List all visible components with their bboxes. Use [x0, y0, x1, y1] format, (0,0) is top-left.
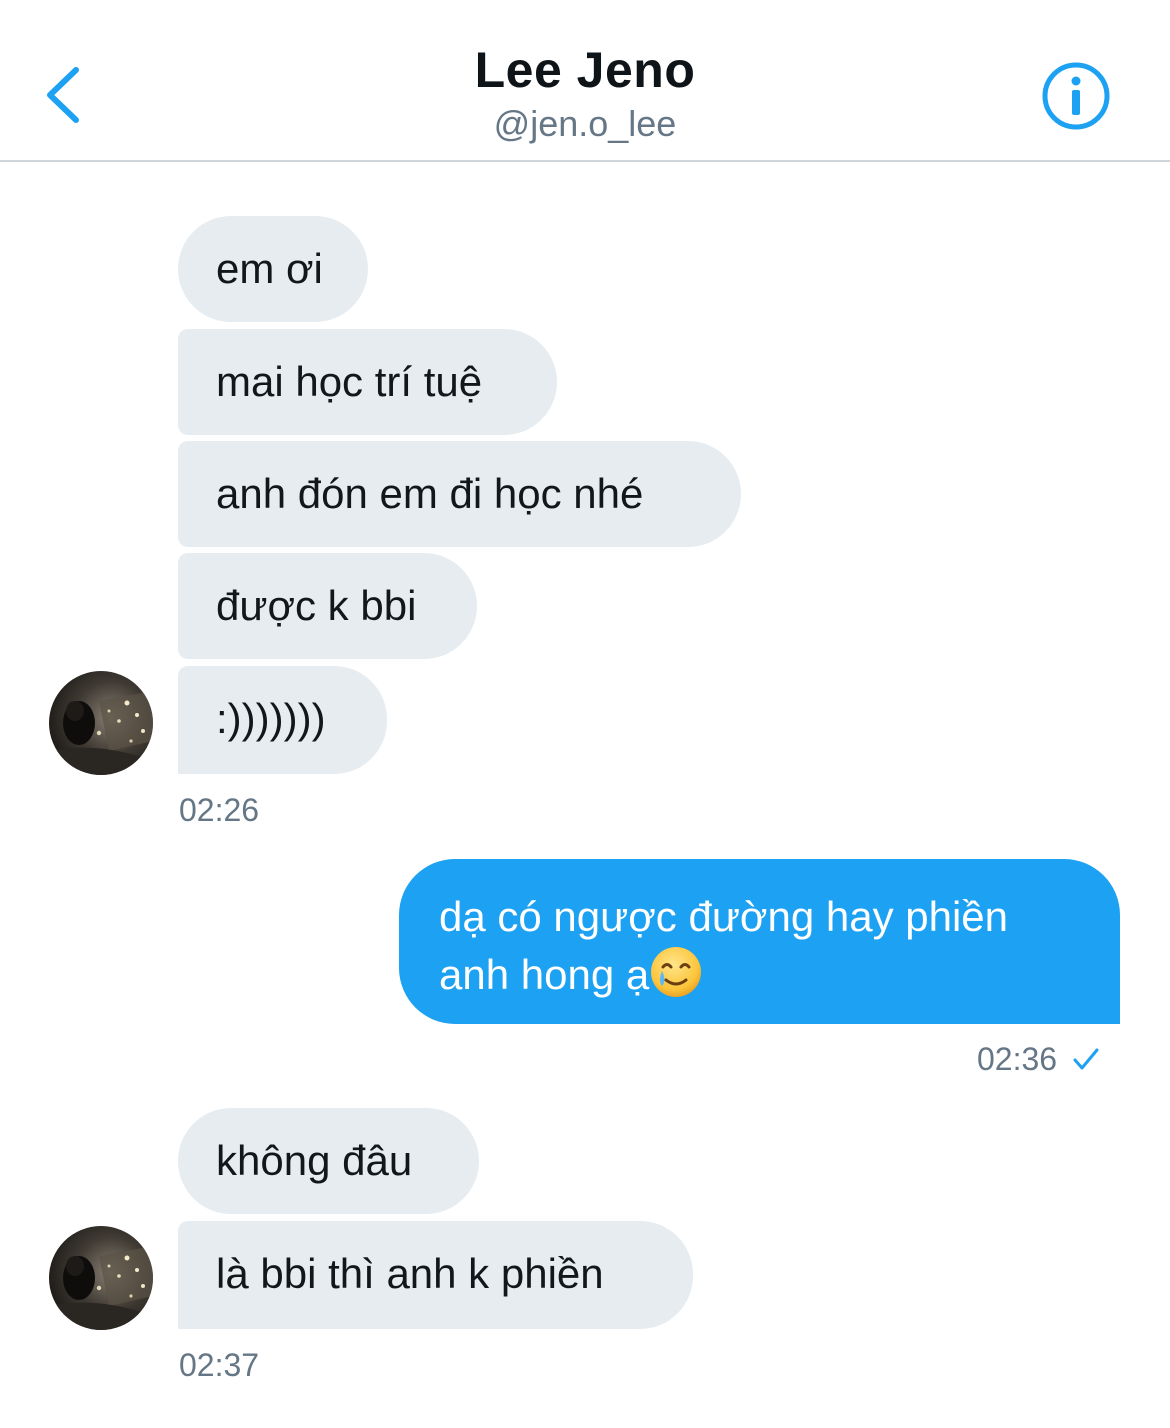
message-text: không đâu: [216, 1137, 413, 1184]
message-text: mai học trí tuệ: [216, 358, 483, 405]
incoming-message[interactable]: là bbi thì anh k phiền: [178, 1221, 693, 1329]
message-timestamp: 02:36: [977, 1041, 1058, 1077]
conversation-title-block[interactable]: Lee Jeno @jen.o_lee: [0, 40, 1170, 146]
incoming-message[interactable]: anh đón em đi học nhé: [178, 441, 741, 547]
incoming-message[interactable]: mai học trí tuệ: [178, 329, 557, 435]
outgoing-message[interactable]: dạ có ngược đường hay phiền anh hong ạ: [399, 859, 1120, 1024]
check-icon: [1073, 1048, 1099, 1070]
message-text: được k bbi: [216, 582, 417, 629]
message-timestamp: 02:37: [179, 1347, 260, 1383]
avatar-photo: [49, 1226, 153, 1330]
message-text: em ơi: [216, 245, 323, 292]
avatar[interactable]: [49, 1226, 153, 1330]
message-text-line: dạ có ngược đường hay phiền: [439, 893, 1009, 940]
message-text-line: anh hong ạ: [439, 951, 650, 998]
message-text-line-wrap: anh hong ạ: [439, 945, 1080, 1003]
message-text: là bbi thì anh k phiền: [216, 1250, 604, 1297]
info-button[interactable]: [1040, 60, 1112, 132]
contact-name: Lee Jeno: [474, 42, 696, 98]
avatar-photo: [49, 671, 153, 775]
dm-conversation-screen: Lee Jeno @jen.o_lee em ơi mai học trí tu…: [0, 0, 1170, 1428]
message-timestamp: 02:26: [179, 792, 260, 828]
incoming-message[interactable]: :))))))): [178, 666, 387, 774]
message-text: anh đón em đi học nhé: [216, 470, 644, 517]
incoming-message[interactable]: được k bbi: [178, 553, 477, 659]
incoming-message[interactable]: không đâu: [178, 1108, 479, 1214]
message-text: :))))))): [216, 695, 326, 742]
smiling-face-with-tear-icon: [651, 947, 702, 997]
incoming-message[interactable]: em ơi: [178, 216, 368, 322]
avatar[interactable]: [49, 671, 153, 775]
contact-handle: @jen.o_lee: [493, 103, 677, 144]
info-icon: [1042, 62, 1110, 130]
conversation-header: Lee Jeno @jen.o_lee: [0, 0, 1170, 162]
message-timestamp-row: 02:36: [977, 1039, 1101, 1079]
